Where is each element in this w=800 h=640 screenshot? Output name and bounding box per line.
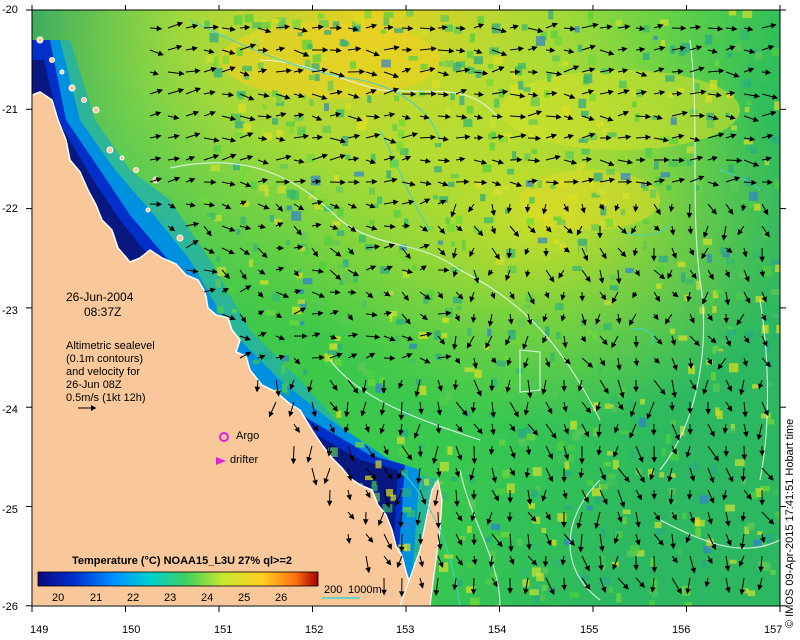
lon-label-157: 157 bbox=[764, 624, 783, 636]
lat-label-22: -22 bbox=[2, 203, 18, 215]
drifter-label: drifter bbox=[230, 454, 259, 466]
lat-label-26: -26 bbox=[2, 601, 18, 613]
ocean-field bbox=[32, 10, 780, 606]
legend-note-line-2: (0.1m contours) bbox=[66, 353, 144, 365]
colorbar-title: Temperature (°C) NOAA15_L3U 27% ql>=2 bbox=[72, 555, 292, 567]
legend-note-line-3: and velocity for bbox=[66, 366, 140, 378]
sst-map bbox=[26, 5, 786, 612]
lat-label-23: -23 bbox=[2, 305, 18, 317]
lon-label-153: 153 bbox=[396, 624, 415, 636]
colorbar-tick-24: 24 bbox=[201, 592, 214, 604]
lat-label-21: -21 bbox=[2, 104, 18, 116]
legend-note-line-4: 26-Jun 08Z bbox=[66, 379, 122, 391]
colorbar-tick-22: 22 bbox=[127, 592, 140, 604]
lon-label-152: 152 bbox=[305, 624, 324, 636]
lon-label-150: 150 bbox=[122, 624, 141, 636]
colorbar-tick-20: 20 bbox=[52, 592, 65, 604]
lon-label-156: 156 bbox=[672, 624, 691, 636]
lat-label-24: -24 bbox=[2, 404, 18, 416]
lon-label-151: 151 bbox=[214, 624, 233, 636]
colorbar-tick-26: 26 bbox=[275, 592, 288, 604]
lon-label-149: 149 bbox=[30, 624, 49, 636]
colorbar-tick-23: 23 bbox=[164, 592, 177, 604]
depth-legend-1000m: 1000m bbox=[348, 584, 382, 596]
depth-legend-200: 200 bbox=[324, 584, 343, 596]
lon-label-155: 155 bbox=[580, 624, 599, 636]
lon-label-154: 154 bbox=[488, 624, 507, 636]
lat-label-20: -20 bbox=[2, 4, 18, 16]
map-date: 26-Jun-2004 bbox=[66, 290, 134, 304]
legend-note-line-1: Altimetric sealevel bbox=[66, 340, 155, 352]
colorbar-tick-25: 25 bbox=[238, 592, 251, 604]
colorbar-tick-21: 21 bbox=[90, 592, 103, 604]
legend-note-line-5: 0.5m/s (1kt 12h) bbox=[66, 392, 146, 404]
colorbar bbox=[37, 571, 319, 587]
map-time: 08:37Z bbox=[84, 305, 122, 319]
argo-label: Argo bbox=[236, 430, 260, 442]
imos-credit: © IMOS 09-Apr-2015 17:41:51 Hobart time bbox=[784, 418, 796, 628]
lat-label-25: -25 bbox=[2, 504, 18, 516]
colorbar-bar bbox=[37, 571, 319, 587]
